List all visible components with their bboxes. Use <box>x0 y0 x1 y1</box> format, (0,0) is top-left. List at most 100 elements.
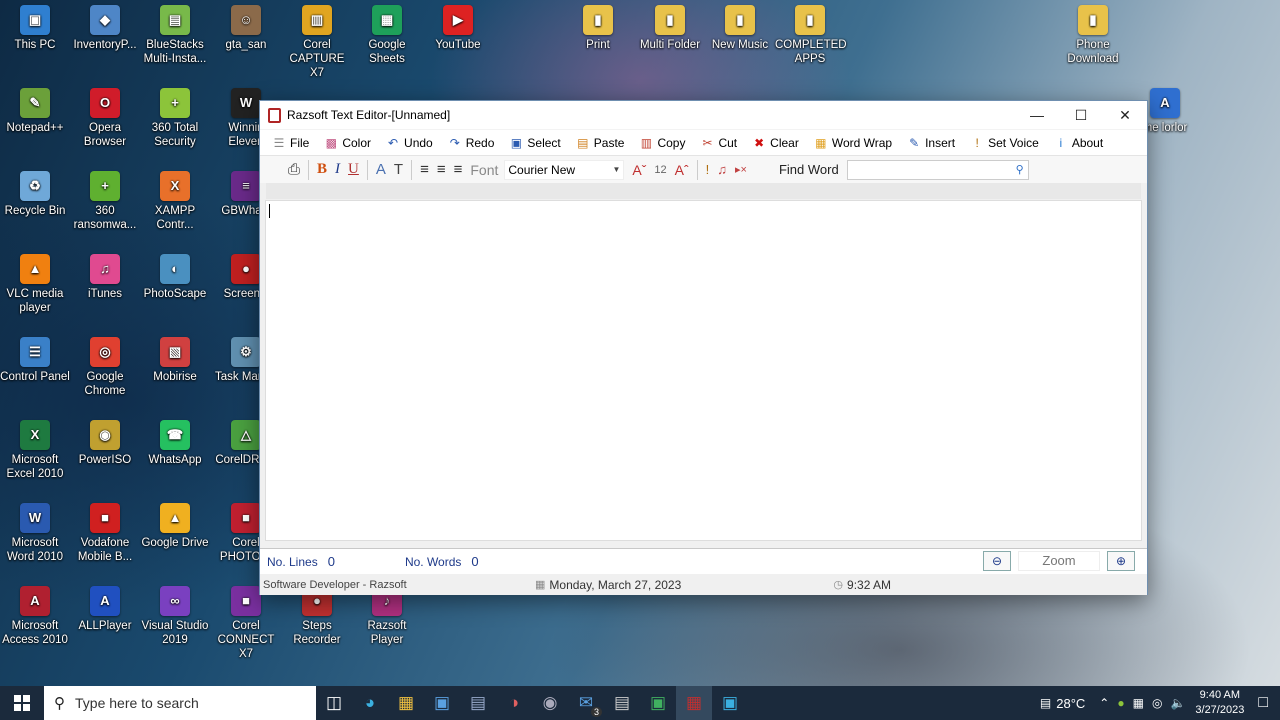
menu-item-clear[interactable]: ✖ Clear <box>752 136 799 150</box>
desktop-icon[interactable]: ▲ Google Drive <box>140 503 210 550</box>
edge-icon[interactable]: ◕ <box>352 686 388 720</box>
zoom-out-button[interactable]: ⊖ <box>983 551 1011 571</box>
strikethrough-icon[interactable]: Α <box>376 161 386 178</box>
device-icon[interactable]: ▦ <box>1133 696 1144 710</box>
align-right-icon[interactable]: ≡ <box>454 161 463 178</box>
desktop-icon[interactable]: X XAMPP Contr... <box>140 171 210 232</box>
text-editor-area[interactable] <box>265 200 1142 541</box>
desktop-icon[interactable]: ∞ Visual Studio 2019 <box>140 586 210 647</box>
desktop-icon[interactable]: ● Steps Recorder <box>282 586 352 647</box>
menu-item-select[interactable]: ▣ Select <box>509 136 561 150</box>
increase-font-icon[interactable]: Aˆ <box>675 162 689 178</box>
taskbar-search[interactable]: ⚲ Type here to search <box>44 686 316 720</box>
decrease-font-icon[interactable]: Aˇ <box>632 162 646 178</box>
desktop-icon[interactable]: ☎ WhatsApp <box>140 420 210 467</box>
menu-item-word-wrap[interactable]: ▦ Word Wrap <box>814 136 892 150</box>
mute-icon[interactable]: ▸× <box>735 163 747 176</box>
font-select[interactable]: Courier New ▼ <box>504 159 625 180</box>
title-bar[interactable]: Razsoft Text Editor-[Unnamed] — ☐ ✕ <box>260 101 1147 129</box>
desktop-icon[interactable]: ◆ InventoryP... <box>70 5 140 52</box>
paint-icon[interactable]: ◑ <box>496 686 532 720</box>
notification-icon[interactable]: □ <box>1258 694 1268 712</box>
desktop-icon[interactable]: ▮ COMPLETED APPS <box>775 5 847 66</box>
desktop-icon[interactable]: ◐ PhotoScape <box>140 254 210 301</box>
zoom-in-button[interactable]: ⊕ <box>1107 551 1135 571</box>
desktop-icon[interactable]: ■ Corel CONNECT X7 <box>211 586 281 661</box>
minimize-button[interactable]: — <box>1015 101 1059 129</box>
weather-icon[interactable]: ▤ <box>1040 696 1051 710</box>
desktop-icon[interactable]: ▲ VLC media player <box>0 254 70 315</box>
desktop-icon[interactable]: ▥ Corel CAPTURE X7 <box>282 5 352 80</box>
app-shortcut-icon: ▮ <box>795 5 825 35</box>
desktop-icon[interactable]: ▤ BlueStacks Multi-Insta... <box>140 5 210 66</box>
menu-item-copy[interactable]: ▥ Copy <box>639 136 686 150</box>
file-explorer-icon[interactable]: ▦ <box>388 686 424 720</box>
desktop-icon[interactable]: A ALLPlayer <box>70 586 140 633</box>
menu-item-set-voice[interactable]: ! Set Voice <box>970 136 1038 150</box>
menu-item-color[interactable]: ▩ Color <box>324 136 371 150</box>
network-icon[interactable]: ◎ <box>1152 696 1162 710</box>
menu-item-undo[interactable]: ↶ Undo <box>386 136 433 150</box>
desktop-icon[interactable]: ▮ Phone Download <box>1058 5 1128 66</box>
desktop-icon[interactable]: ▮ Print <box>563 5 633 52</box>
menu-item-cut[interactable]: ✂ Cut <box>700 136 737 150</box>
desktop-icon[interactable]: ▧ Mobirise <box>140 337 210 384</box>
desktop-icon[interactable]: O Opera Browser <box>70 88 140 149</box>
chevron-up-icon[interactable]: ⌃ <box>1099 696 1109 710</box>
app-shortcut-icon: X <box>20 420 50 450</box>
voice-alert-icon[interactable]: ! <box>706 162 710 177</box>
desktop-icon[interactable]: ◉ PowerISO <box>70 420 140 467</box>
bold-icon[interactable]: B <box>317 161 327 178</box>
desktop-icon[interactable]: A Microsoft Access 2010 <box>0 586 70 647</box>
store-icon[interactable]: ▣ <box>424 686 460 720</box>
task-view-icon[interactable]: ◫ <box>316 686 352 720</box>
close-button[interactable]: ✕ <box>1103 101 1147 129</box>
desktop-icon[interactable]: ♻ Recycle Bin <box>0 171 70 218</box>
calculator-icon[interactable]: ▤ <box>460 686 496 720</box>
camera-icon[interactable]: ◉ <box>532 686 568 720</box>
razsoft-editor-taskbar-icon[interactable]: ▦ <box>676 686 712 720</box>
desktop-icon[interactable]: ▣ This PC <box>0 5 70 52</box>
align-center-icon[interactable]: ≡ <box>437 161 446 178</box>
desktop-icon[interactable]: ■ Vodafone Mobile B... <box>70 503 140 564</box>
menu-item-about[interactable]: i About <box>1054 136 1103 150</box>
italic-icon[interactable]: I <box>335 161 340 178</box>
shield-icon[interactable]: ● <box>1117 696 1124 710</box>
clock[interactable]: 9:40 AM 3/27/2023 <box>1195 688 1244 718</box>
desktop-icon[interactable]: ▶ YouTube <box>423 5 493 52</box>
media-icon[interactable]: ▤ <box>604 686 640 720</box>
volume-icon[interactable]: 🔈 <box>1170 696 1185 710</box>
find-word-input[interactable]: ⚲ <box>846 159 1029 180</box>
menu-item-file[interactable]: ☰ File <box>272 136 310 150</box>
desktop-icon[interactable]: ▦ Google Sheets <box>352 5 422 66</box>
underline-icon[interactable]: U <box>348 161 359 178</box>
desktop-icon-label: Microsoft Excel 2010 <box>6 454 64 480</box>
desktop-icon[interactable]: ♪ Razsoft Player <box>352 586 422 647</box>
desktop-icon[interactable]: ♫ iTunes <box>70 254 140 301</box>
desktop-icon[interactable]: W Microsoft Word 2010 <box>0 503 70 564</box>
desktop-icon[interactable]: ◎ Google Chrome <box>70 337 140 398</box>
desktop-icon[interactable]: ☰ Control Panel <box>0 337 70 384</box>
print-icon[interactable]: ⎙ <box>288 161 300 178</box>
desktop-icon[interactable]: +360 ransomwa... <box>70 171 140 232</box>
remote-icon[interactable]: ▣ <box>712 686 748 720</box>
maximize-button[interactable]: ☐ <box>1059 101 1103 129</box>
desktop-icon[interactable]: +360 Total Security <box>140 88 210 149</box>
mail-icon[interactable]: ✉ 3 <box>568 686 604 720</box>
weather-temp[interactable]: 28°C <box>1056 696 1085 711</box>
desktop-icon[interactable]: X Microsoft Excel 2010 <box>0 420 70 481</box>
text-case-icon[interactable]: T <box>394 161 403 178</box>
speak-icon[interactable]: ♫ <box>717 162 727 177</box>
align-left-icon[interactable]: ≡ <box>420 161 429 178</box>
corel-icon[interactable]: ▣ <box>640 686 676 720</box>
desktop-icon[interactable]: ✎ Notepad++ <box>0 88 70 135</box>
desktop-icon[interactable]: ▮ Multi Folder <box>635 5 705 52</box>
desktop-icon[interactable]: ▮ New Music <box>705 5 775 52</box>
desktop-icon[interactable]: ☺ gta_san <box>211 5 281 52</box>
menu-item-paste[interactable]: ▤ Paste <box>576 136 624 150</box>
menu-item-redo[interactable]: ↷ Redo <box>448 136 495 150</box>
menu-item-insert[interactable]: ✎ Insert <box>907 136 955 150</box>
app-shortcut-icon: ∞ <box>160 586 190 616</box>
start-button[interactable] <box>0 686 44 720</box>
search-icon[interactable]: ⚲ <box>1016 163 1024 176</box>
